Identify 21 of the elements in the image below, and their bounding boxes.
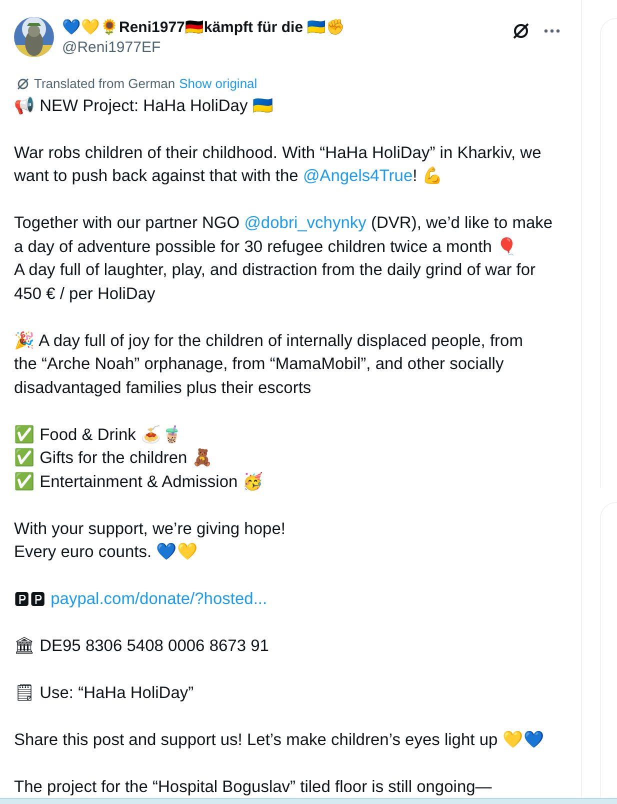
tweet-paragraph: The project for the “Hospital Boguslav” tiled floor is still ongoing— bbox=[14, 777, 493, 798]
more-icon[interactable] bbox=[543, 28, 561, 34]
tweet-paragraph: With your support, we’re giving hope! Every euro counts. 💙💛 bbox=[14, 518, 286, 563]
tweet-paragraph: Share this post and support us! Let’s make children’s eyes light up 💛💙 bbox=[14, 730, 546, 751]
display-name[interactable]: 💙💛🌻Reni1977🇩🇪kämpft für die 🇺🇦✊ bbox=[62, 18, 346, 38]
tweet-paragraph: ✅ Food & Drink 🍝🧋 ✅ Gifts for the children 🧸 ✅ Entertainment & Admission 🥳 bbox=[14, 424, 264, 492]
translate-icon bbox=[16, 76, 30, 91]
grok-icon[interactable] bbox=[511, 21, 531, 41]
show-original-link[interactable]: Show original bbox=[179, 74, 258, 94]
tweet-paragraph: War robs children of their childhood. With “HaHa HoliDay” in Kharkiv, we want to push back against that with the @Angels4True! 💪 bbox=[14, 142, 542, 187]
tweet-paragraph: 🏛 DE95 8306 5408 0006 8673 91 bbox=[14, 636, 270, 657]
tweet-paragraph: 📢 NEW Project: HaHa HoliDay 🇺🇦 bbox=[14, 96, 274, 116]
translation-note: Translated from German bbox=[34, 75, 176, 93]
tweet-paragraph: 🗒 Use: “HaHa HoliDay” bbox=[14, 683, 195, 704]
mention-link[interactable]: @Angels4True bbox=[302, 167, 413, 185]
tweet-paragraph: 🎉 A day full of joy for the children of internally displaced people, from the “Arche Noah” orphanage, from “MamaMobil”, and other socially disadvantaged families plus their escorts bbox=[14, 330, 524, 398]
user-handle[interactable]: @Reni1977EF bbox=[62, 38, 346, 58]
mention-link[interactable]: @dobri_vchynky bbox=[244, 214, 366, 232]
tweet-paragraph: 🅿🅿 paypal.com/donate/?hosted... bbox=[14, 589, 268, 610]
url-link[interactable]: paypal.com/donate/?hosted... bbox=[50, 590, 268, 608]
tweet-paragraph: Together with our partner NGO @dobri_vchynky (DVR), we’d like to make a day of adventure possible for 30 refugee children twice a month 🎈 A day full of laughter, play, and distraction from the daily grind of war for 450 € / per HoliDay bbox=[14, 213, 554, 304]
